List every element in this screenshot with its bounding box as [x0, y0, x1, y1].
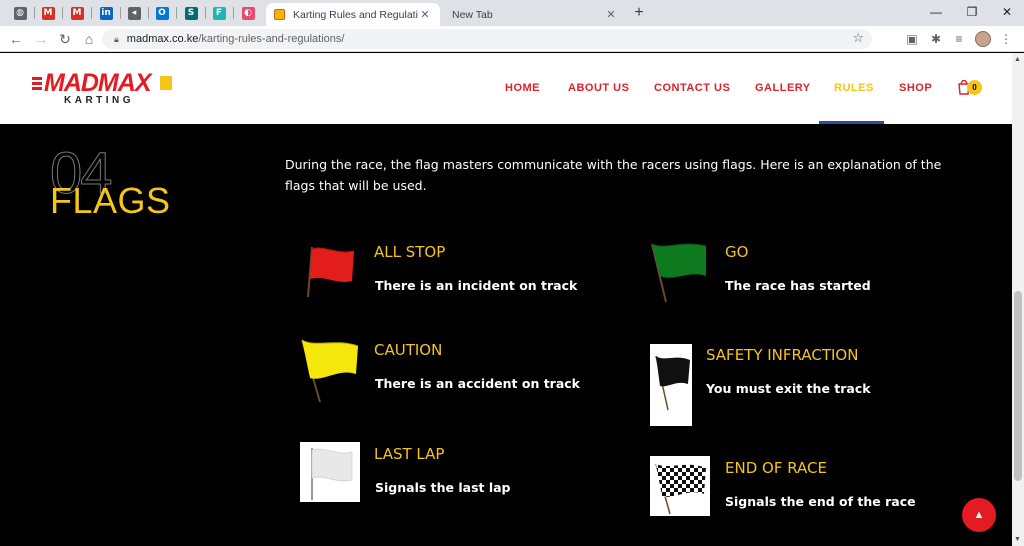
globe-icon: ◍ — [13, 6, 27, 20]
flag-desc-safety-infraction: You must exit the track — [706, 381, 871, 396]
pinned-tab[interactable]: ◍ — [10, 4, 30, 22]
flag-desc-go: The race has started — [725, 278, 871, 293]
white-flag-icon — [300, 442, 360, 502]
flag-title-caution: CAUTION — [374, 341, 443, 359]
tab-separator — [91, 7, 92, 19]
yellow-flag-icon — [301, 339, 359, 403]
tab-separator — [120, 7, 121, 19]
pinned-tab[interactable]: S — [181, 4, 201, 22]
black-flag-icon — [650, 344, 692, 426]
pinned-tab[interactable]: F — [209, 4, 229, 22]
gmail-icon: M — [41, 6, 55, 20]
nav-home[interactable]: HOME — [505, 82, 540, 94]
bookmark-star-icon[interactable]: ☆ — [852, 30, 864, 46]
nav-about-us[interactable]: ABOUT US — [568, 82, 629, 94]
url-host: madmax.co.ke — [126, 33, 199, 45]
ball-icon: ◐ — [241, 6, 255, 20]
scroll-up-arrow-icon[interactable]: ▲ — [1014, 56, 1021, 63]
logo-word: MADMAX — [44, 69, 152, 97]
flag-desc-caution: There is an accident on track — [375, 376, 580, 391]
tab-separator — [176, 7, 177, 19]
tab-close-icon[interactable]: ✕ — [418, 8, 432, 21]
linkedin-icon: in — [99, 6, 113, 20]
tab-title: Karting Rules and Regulations - M — [293, 8, 418, 21]
tab-separator — [205, 7, 206, 19]
gmail-icon: M — [70, 6, 84, 20]
flag-desc-end-of-race: Signals the end of the race — [725, 494, 916, 509]
flag-desc-last-lap: Signals the last lap — [375, 480, 511, 495]
menu-dots-icon[interactable]: ⋮ — [998, 31, 1014, 47]
home-icon[interactable]: ⌂ — [80, 30, 98, 48]
close-window-icon[interactable]: ✕ — [997, 3, 1017, 21]
tab-karting-rules[interactable]: Karting Rules and Regulations - M ✕ — [266, 3, 440, 26]
tab-close-icon[interactable]: ✕ — [604, 8, 618, 21]
flag-title-safety-infraction: SAFETY INFRACTION — [706, 346, 859, 364]
outlook-icon: O — [155, 6, 169, 20]
lock-icon: 🔒︎ — [114, 33, 119, 44]
tab-separator — [148, 7, 149, 19]
new-tab-icon[interactable]: + — [630, 4, 648, 22]
nav-shop[interactable]: SHOP — [899, 82, 932, 94]
back-icon[interactable]: ← — [7, 30, 25, 48]
flag-desc-all-stop: There is an incident on track — [375, 278, 578, 293]
cart-count-badge: 0 — [967, 80, 982, 95]
reload-icon[interactable]: ↻ — [56, 30, 74, 48]
flag-title-last-lap: LAST LAP — [374, 445, 445, 463]
extensions-icon[interactable]: ✱ — [928, 31, 944, 47]
tab-new-tab[interactable]: New Tab ✕ — [444, 3, 626, 26]
pinned-tab[interactable]: ◂ — [124, 4, 144, 22]
profile-avatar[interactable] — [975, 31, 991, 47]
pinned-tab[interactable]: M — [67, 4, 87, 22]
nav-contact-us[interactable]: CONTACT US — [654, 82, 730, 94]
logo-subtitle: KARTING — [64, 95, 135, 106]
address-bar[interactable]: 🔒︎ madmax.co.ke/karting-rules-and-regula… — [102, 29, 872, 49]
audio-icon: ◂ — [127, 6, 141, 20]
pocket-icon[interactable]: ▣ — [904, 31, 920, 47]
media-control-icon[interactable]: ≡ — [951, 31, 967, 47]
pinned-tab[interactable]: M — [38, 4, 58, 22]
checkered-flag-icon — [650, 456, 710, 516]
red-flag-icon — [307, 246, 355, 298]
url-path: /karting-rules-and-regulations/ — [198, 33, 345, 45]
restore-icon[interactable]: ❐ — [962, 3, 982, 21]
scroll-to-top-button[interactable]: ▲ — [962, 498, 996, 532]
favicon-icon — [274, 9, 285, 20]
tab-title: New Tab — [452, 8, 493, 21]
pinned-tab[interactable]: ◐ — [238, 4, 258, 22]
flag-title-all-stop: ALL STOP — [374, 243, 446, 261]
logo-stripe — [32, 76, 42, 90]
page-scrollbar[interactable]: ▲ ▼ — [1012, 53, 1024, 546]
scroll-down-arrow-icon[interactable]: ▼ — [1014, 536, 1021, 543]
pinned-tab[interactable]: O — [152, 4, 172, 22]
tab-separator — [34, 7, 35, 19]
logo-stripe — [160, 76, 172, 90]
tab-separator — [233, 7, 234, 19]
flag-title-go: GO — [725, 243, 749, 261]
nav-gallery[interactable]: GALLERY — [755, 82, 811, 94]
green-flag-icon — [651, 243, 707, 303]
browser-toolbar: ← → ↻ ⌂ 🔒︎ madmax.co.ke/karting-rules-an… — [0, 26, 1024, 52]
f-icon: F — [212, 6, 226, 20]
scroll-thumb[interactable] — [1014, 291, 1022, 481]
nav-rules[interactable]: RULES — [834, 82, 874, 94]
tab-separator — [62, 7, 63, 19]
pinned-tab[interactable]: in — [96, 4, 116, 22]
sharepoint-icon: S — [184, 6, 198, 20]
browser-tab-strip: ◍ M Min ◂ O SF ◐ Karting Rules and Regulations… — [0, 0, 1024, 26]
section-title: FLAGS — [50, 180, 171, 221]
minimize-icon[interactable]: — — [926, 3, 946, 21]
active-nav-indicator — [819, 121, 884, 124]
site-header: MADMAX KARTING HOME ABOUT US CONTACT US … — [0, 53, 1012, 124]
forward-icon[interactable]: → — [32, 30, 50, 48]
flags-intro-text: During the race, the flag masters commun… — [285, 157, 942, 193]
flag-title-end-of-race: END OF RACE — [725, 459, 827, 477]
madmax-logo[interactable]: MADMAX KARTING — [32, 70, 172, 110]
